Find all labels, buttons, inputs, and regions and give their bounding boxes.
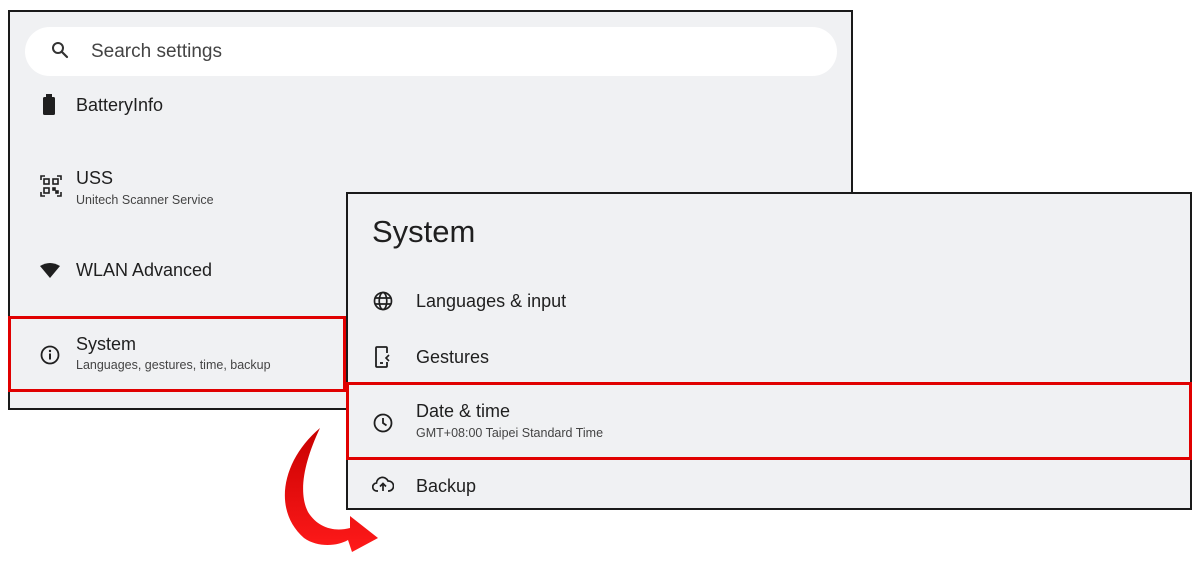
system-item-date-time[interactable]: Date & time GMT+08:00 Taipei Standard Ti… [348,386,1190,460]
search-icon [51,41,69,64]
search-placeholder: Search settings [91,41,222,62]
settings-item-title: USS [76,168,114,188]
system-item-gestures[interactable]: Gestures [348,332,1190,384]
system-item-title: Date & time [416,401,511,421]
settings-item-batteryinfo[interactable]: BatteryInfo [10,82,851,142]
wifi-icon [39,263,61,284]
settings-item-subtitle: Unitech Scanner Service [76,193,214,207]
settings-item-title: WLAN Advanced [76,260,213,280]
system-item-title: Gestures [416,347,490,367]
qr-scanner-icon [39,174,63,203]
curved-arrow-icon [284,428,378,552]
system-item-backup[interactable]: Backup [348,464,1190,508]
system-item-subtitle: GMT+08:00 Taipei Standard Time [416,426,604,440]
page-title: System [372,214,476,249]
system-item-languages-input[interactable]: Languages & input [348,276,1190,328]
globe-icon [372,290,394,317]
system-settings-panel: System Languages & input Gestures Date &… [346,192,1192,510]
search-settings-bar[interactable]: Search settings [25,27,837,76]
settings-item-title: BatteryInfo [76,95,164,115]
battery-icon [39,93,59,122]
system-item-title: Backup [416,476,477,496]
gesture-phone-icon [372,345,394,374]
info-icon [39,344,61,371]
system-item-title: Languages & input [416,291,567,311]
settings-item-subtitle: Languages, gestures, time, backup [76,358,271,372]
settings-item-title: System [76,334,137,354]
